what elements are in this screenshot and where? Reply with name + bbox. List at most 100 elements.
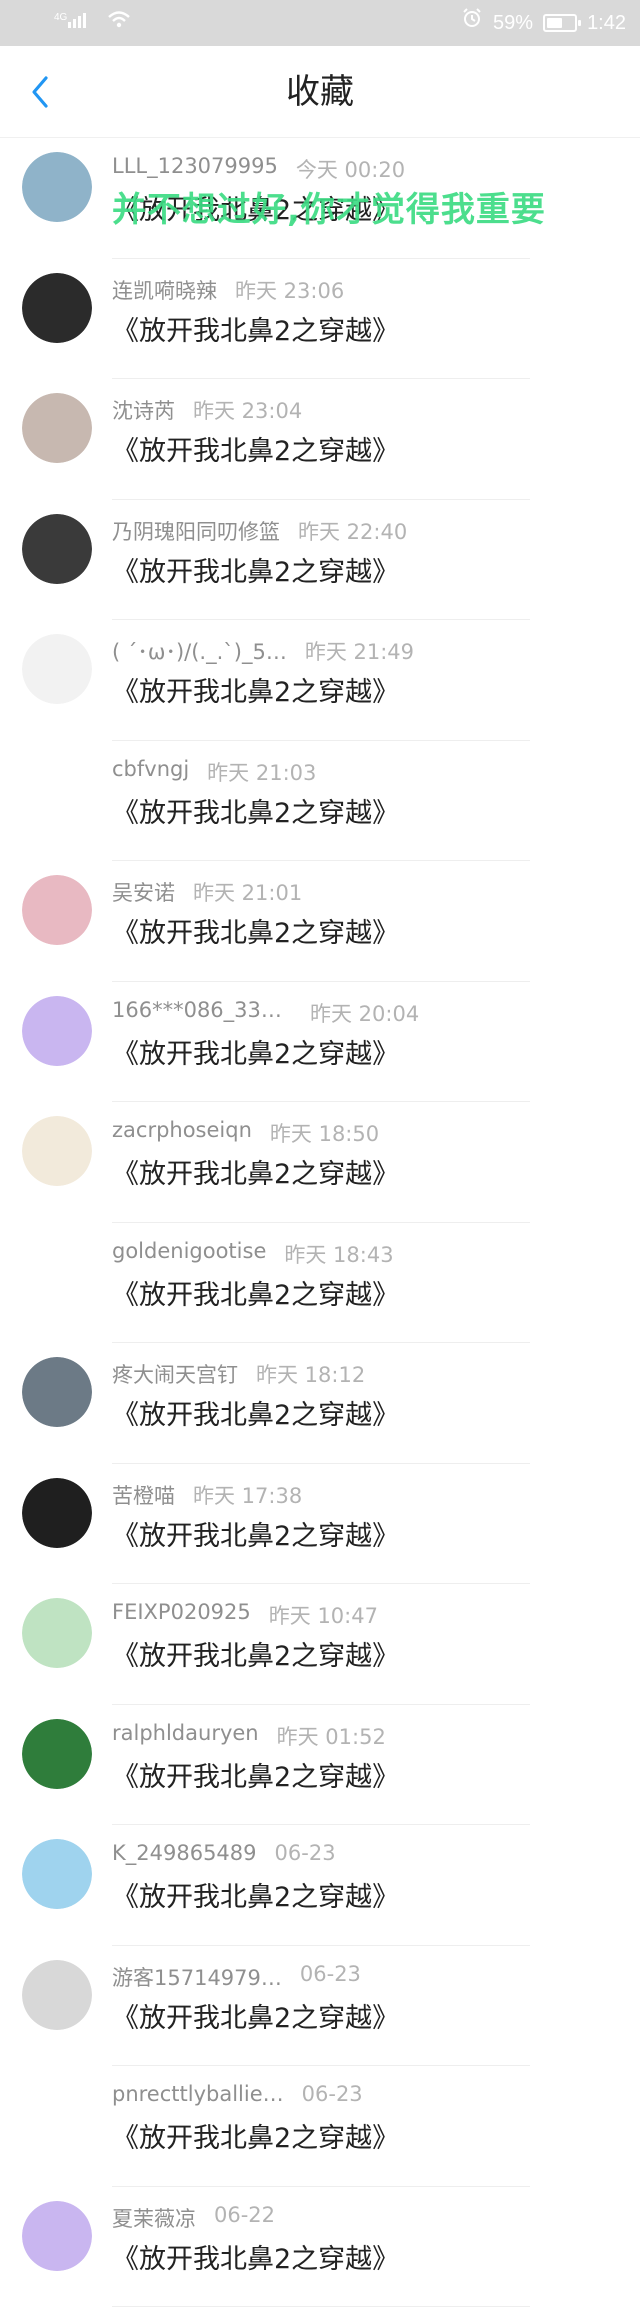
alarm-icon [461,0,483,46]
list-item[interactable]: goldenigootise 昨天 18:43 《放开我北鼻2之穿越》 [0,1223,640,1344]
item-meta: zacrphoseiqn 昨天 18:50 [112,1118,379,1148]
avatar[interactable] [22,1357,92,1427]
book-title[interactable]: 《放开我北鼻2之穿越》 [112,550,399,589]
avatar[interactable] [22,755,92,825]
book-title[interactable]: 《放开我北鼻2之穿越》 [112,1032,399,1071]
user-name[interactable]: 游客15714979… [112,1962,282,1992]
avatar[interactable] [22,1478,92,1548]
avatar[interactable] [22,875,92,945]
avatar[interactable] [22,1839,92,1909]
timestamp: 昨天 01:52 [277,1721,386,1751]
book-title[interactable]: 《放开我北鼻2之穿越》 [112,2116,399,2155]
book-title[interactable]: 《放开我北鼻2之穿越》 [112,1755,399,1794]
timestamp: 昨天 17:38 [193,1480,302,1510]
list-item[interactable]: 166***086_330…昨天 20:04《放开我北鼻2之穿越》 [0,982,640,1103]
list-item[interactable]: K_24986548906-23 《放开我北鼻2之穿越》 [0,1825,640,1946]
item-meta: cbfvngj 昨天 21:03 [112,757,316,787]
item-meta: K_24986548906-23 [112,1841,336,1865]
avatar[interactable] [22,1719,92,1789]
user-name[interactable]: K_249865489 [112,1841,257,1865]
user-name[interactable]: 乃阴瑰阳同叨修篮 [112,516,280,546]
user-name[interactable]: 疼大闹天宫钉 [112,1359,238,1389]
user-name[interactable]: pnrecttlyballie… [112,2082,284,2106]
item-meta: 连凯嗬晓辣昨天 23:06 [112,275,344,305]
item-meta: 乃阴瑰阳同叨修篮昨天 22:40 [112,516,407,546]
list-item[interactable]: ( ´･ω･)/(._.`)_5…昨天 21:49 《放开我北鼻2之穿越》 [0,620,640,741]
book-title[interactable]: 《放开我北鼻2之穿越》 [112,1634,399,1673]
book-title[interactable]: 《放开我北鼻2之穿越》 [112,911,399,950]
avatar[interactable] [22,514,92,584]
avatar-image [22,875,92,945]
list-item[interactable]: 游客15714979… 06-23 《放开我北鼻2之穿越》 [0,1946,640,2067]
avatar[interactable] [22,1237,92,1307]
book-title[interactable]: 《放开我北鼻2之穿越》 [112,188,399,227]
timestamp: 昨天 18:43 [284,1239,393,1269]
list-item[interactable]: 连凯嗬晓辣昨天 23:06 《放开我北鼻2之穿越》 [0,259,640,380]
user-name[interactable]: 苦橙喵 [112,1480,175,1510]
list-item[interactable]: 苦橙喵昨天 17:38 《放开我北鼻2之穿越》 [0,1464,640,1585]
list-item[interactable]: 吴安诺昨天 21:01 《放开我北鼻2之穿越》 [0,861,640,982]
book-title[interactable]: 《放开我北鼻2之穿越》 [112,429,399,468]
user-name[interactable]: ralphldauryen [112,1721,259,1751]
user-name[interactable]: goldenigootise [112,1239,266,1269]
clock: 1:42 [587,0,626,46]
avatar[interactable] [22,273,92,343]
user-name[interactable]: 夏茉薇凉 [112,2203,196,2233]
avatar[interactable] [22,2201,92,2271]
timestamp: 今天 00:20 [296,154,405,184]
avatar[interactable] [22,393,92,463]
avatar[interactable] [22,1960,92,2030]
avatar-image [22,514,92,584]
timestamp: 昨天 21:03 [207,757,316,787]
book-title[interactable]: 《放开我北鼻2之穿越》 [112,2237,399,2276]
book-title[interactable]: 《放开我北鼻2之穿越》 [112,670,399,709]
list-item[interactable]: pnrecttlyballie… 06-23 《放开我北鼻2之穿越》 [0,2066,640,2187]
item-meta: goldenigootise 昨天 18:43 [112,1239,394,1269]
list-item[interactable]: zacrphoseiqn 昨天 18:50 《放开我北鼻2之穿越》 [0,1102,640,1223]
book-title[interactable]: 《放开我北鼻2之穿越》 [112,1273,399,1312]
list-item[interactable]: LLL_123079995 今天 00:20 《放开我北鼻2之穿越》 [0,138,640,259]
avatar[interactable] [22,152,92,222]
avatar-image [22,1237,92,1307]
user-name[interactable]: 沈诗芮 [112,395,175,425]
book-title[interactable]: 《放开我北鼻2之穿越》 [112,1996,399,2035]
user-name[interactable]: ( ´･ω･)/(._.`)_5… [112,636,287,666]
user-name[interactable]: LLL_123079995 [112,154,278,184]
user-name[interactable]: 吴安诺 [112,877,175,907]
avatar-image [22,755,92,825]
battery-icon [543,14,577,32]
list-item[interactable]: ralphldauryen 昨天 01:52 《放开我北鼻2之穿越》 [0,1705,640,1826]
avatar[interactable] [22,996,92,1066]
list-item[interactable]: 沈诗芮昨天 23:04 《放开我北鼻2之穿越》 [0,379,640,500]
list-item[interactable]: cbfvngj 昨天 21:03 《放开我北鼻2之穿越》 [0,741,640,862]
list-item[interactable]: 疼大闹天宫钉昨天 18:12《放开我北鼻2之穿越》 [0,1343,640,1464]
timestamp: 06-23 [302,2082,363,2106]
book-title[interactable]: 《放开我北鼻2之穿越》 [112,1393,399,1432]
book-title[interactable]: 《放开我北鼻2之穿越》 [112,309,399,348]
book-title[interactable]: 《放开我北鼻2之穿越》 [112,791,399,830]
item-meta: 吴安诺昨天 21:01 [112,877,302,907]
book-title[interactable]: 《放开我北鼻2之穿越》 [112,1875,399,1914]
user-name[interactable]: zacrphoseiqn [112,1118,252,1148]
avatar[interactable] [22,634,92,704]
book-title[interactable]: 《放开我北鼻2之穿越》 [112,1514,399,1553]
timestamp: 昨天 18:50 [270,1118,379,1148]
header: 收藏 [0,46,640,138]
user-name[interactable]: 166***086_330… [112,998,292,1028]
user-name[interactable]: 连凯嗬晓辣 [112,275,217,305]
avatar[interactable] [22,2080,92,2150]
list-item[interactable]: FEIXP020925昨天 10:47《放开我北鼻2之穿越》 [0,1584,640,1705]
timestamp: 昨天 23:04 [193,395,302,425]
item-meta: 夏茉薇凉06-22 [112,2203,275,2233]
timestamp: 06-23 [300,1962,361,1992]
user-name[interactable]: FEIXP020925 [112,1600,251,1630]
item-meta: ( ´･ω･)/(._.`)_5…昨天 21:49 [112,636,414,666]
user-name[interactable]: cbfvngj [112,757,189,787]
book-title[interactable]: 《放开我北鼻2之穿越》 [112,1152,399,1191]
list-item[interactable]: 夏茉薇凉06-22 《放开我北鼻2之穿越》 [0,2187,640,2307]
avatar[interactable] [22,1598,92,1668]
list-item[interactable]: 乃阴瑰阳同叨修篮昨天 22:40 《放开我北鼻2之穿越》 [0,500,640,621]
avatar-image [22,2201,92,2271]
avatar[interactable] [22,1116,92,1186]
avatar-image [22,273,92,343]
